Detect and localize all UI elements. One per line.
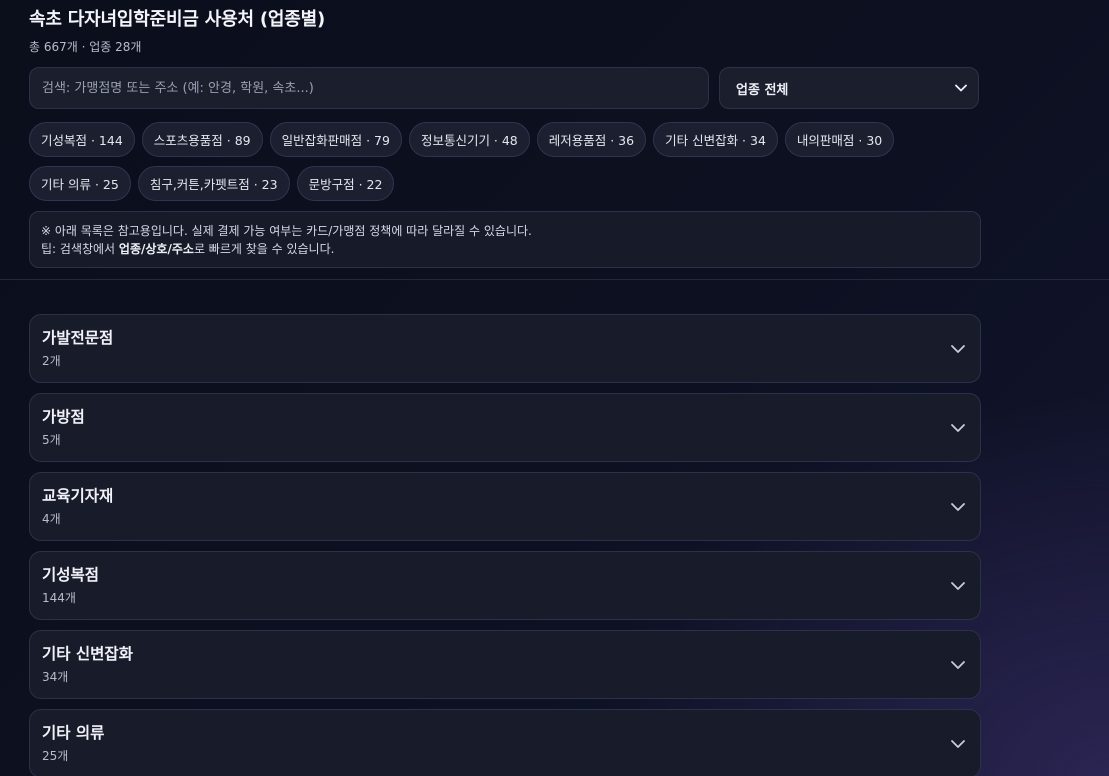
page-summary: 총 667개 · 업종 28개 (29, 40, 142, 54)
chevron-down-icon (951, 582, 965, 590)
search-input[interactable] (42, 80, 696, 96)
category-card[interactable]: 가발전문점 2개 (29, 314, 981, 383)
tip-prefix: 팁: 검색창에서 (41, 242, 119, 256)
page-header: 속초 다자녀입학준비금 사용처 (업종별) 총 667개 · 업종 28개 (29, 0, 981, 55)
notice-line: ※ 아래 목록은 참고용입니다. 실제 결제 가능 여부는 카드/가맹점 정책에… (41, 224, 532, 238)
category-count: 34개 (42, 670, 69, 684)
tip-line: 팁: 검색창에서 업종/상호/주소로 빠르게 찾을 수 있습니다. (41, 240, 970, 258)
category-chip[interactable]: 문방구점 · 22 (296, 166, 395, 201)
category-count: 2개 (42, 354, 61, 368)
category-name: 기타 의류 (42, 724, 105, 742)
page-container: 속초 다자녀입학준비금 사용처 (업종별) 총 667개 · 업종 28개 업종… (29, 0, 981, 268)
category-list: 가발전문점 2개 가방점 5개 교육기자재 4개 기성복점 144개 기타 신변… (29, 314, 981, 776)
category-name: 가방점 (42, 408, 85, 426)
category-card[interactable]: 교육기자재 4개 (29, 472, 981, 541)
category-chip[interactable]: 기타 신변잡화 · 34 (653, 122, 778, 157)
category-count: 25개 (42, 749, 69, 763)
category-count: 144개 (42, 591, 76, 605)
category-name: 교육기자재 (42, 487, 114, 505)
notice-box: ※ 아래 목록은 참고용입니다. 실제 결제 가능 여부는 카드/가맹점 정책에… (29, 211, 981, 268)
category-select[interactable]: 업종 전체 (719, 67, 979, 109)
chevron-down-icon (954, 81, 968, 95)
tip-suffix: 로 빠르게 찾을 수 있습니다. (193, 242, 335, 256)
category-chip[interactable]: 스포츠용품점 · 89 (141, 122, 263, 157)
category-name: 기성복점 (42, 566, 100, 584)
category-chip[interactable]: 기성복점 · 144 (29, 122, 135, 157)
chevron-down-icon (951, 424, 965, 432)
category-card[interactable]: 기성복점 144개 (29, 551, 981, 620)
category-chip[interactable]: 정보통신기기 · 48 (408, 122, 530, 157)
category-chip[interactable]: 일반잡화판매점 · 79 (269, 122, 402, 157)
category-chip[interactable]: 레저용품점 · 36 (536, 122, 647, 157)
category-count: 4개 (42, 512, 61, 526)
section-divider (0, 279, 1109, 280)
category-name: 기타 신변잡화 (42, 645, 133, 663)
category-name: 가발전문점 (42, 329, 114, 347)
category-chip[interactable]: 침구,커튼,카펫트점 · 23 (137, 166, 290, 201)
chevron-down-icon (951, 740, 965, 748)
chevron-down-icon (951, 345, 965, 353)
category-chip[interactable]: 기타 의류 · 25 (29, 166, 131, 201)
filter-controls: 업종 전체 (29, 67, 981, 109)
search-box[interactable] (29, 67, 709, 109)
chevron-down-icon (951, 503, 965, 511)
category-card[interactable]: 기타 신변잡화 34개 (29, 630, 981, 699)
tip-keywords: 업종/상호/주소 (118, 242, 194, 256)
category-chip[interactable]: 내의판매점 · 30 (784, 122, 895, 157)
page-title: 속초 다자녀입학준비금 사용처 (업종별) (29, 9, 326, 30)
category-count: 5개 (42, 433, 61, 447)
category-select-value: 업종 전체 (736, 82, 789, 98)
category-card[interactable]: 가방점 5개 (29, 393, 981, 462)
category-card[interactable]: 기타 의류 25개 (29, 709, 981, 776)
category-chips: 기성복점 · 144 스포츠용품점 · 89 일반잡화판매점 · 79 정보통신… (29, 122, 981, 201)
chevron-down-icon (951, 661, 965, 669)
